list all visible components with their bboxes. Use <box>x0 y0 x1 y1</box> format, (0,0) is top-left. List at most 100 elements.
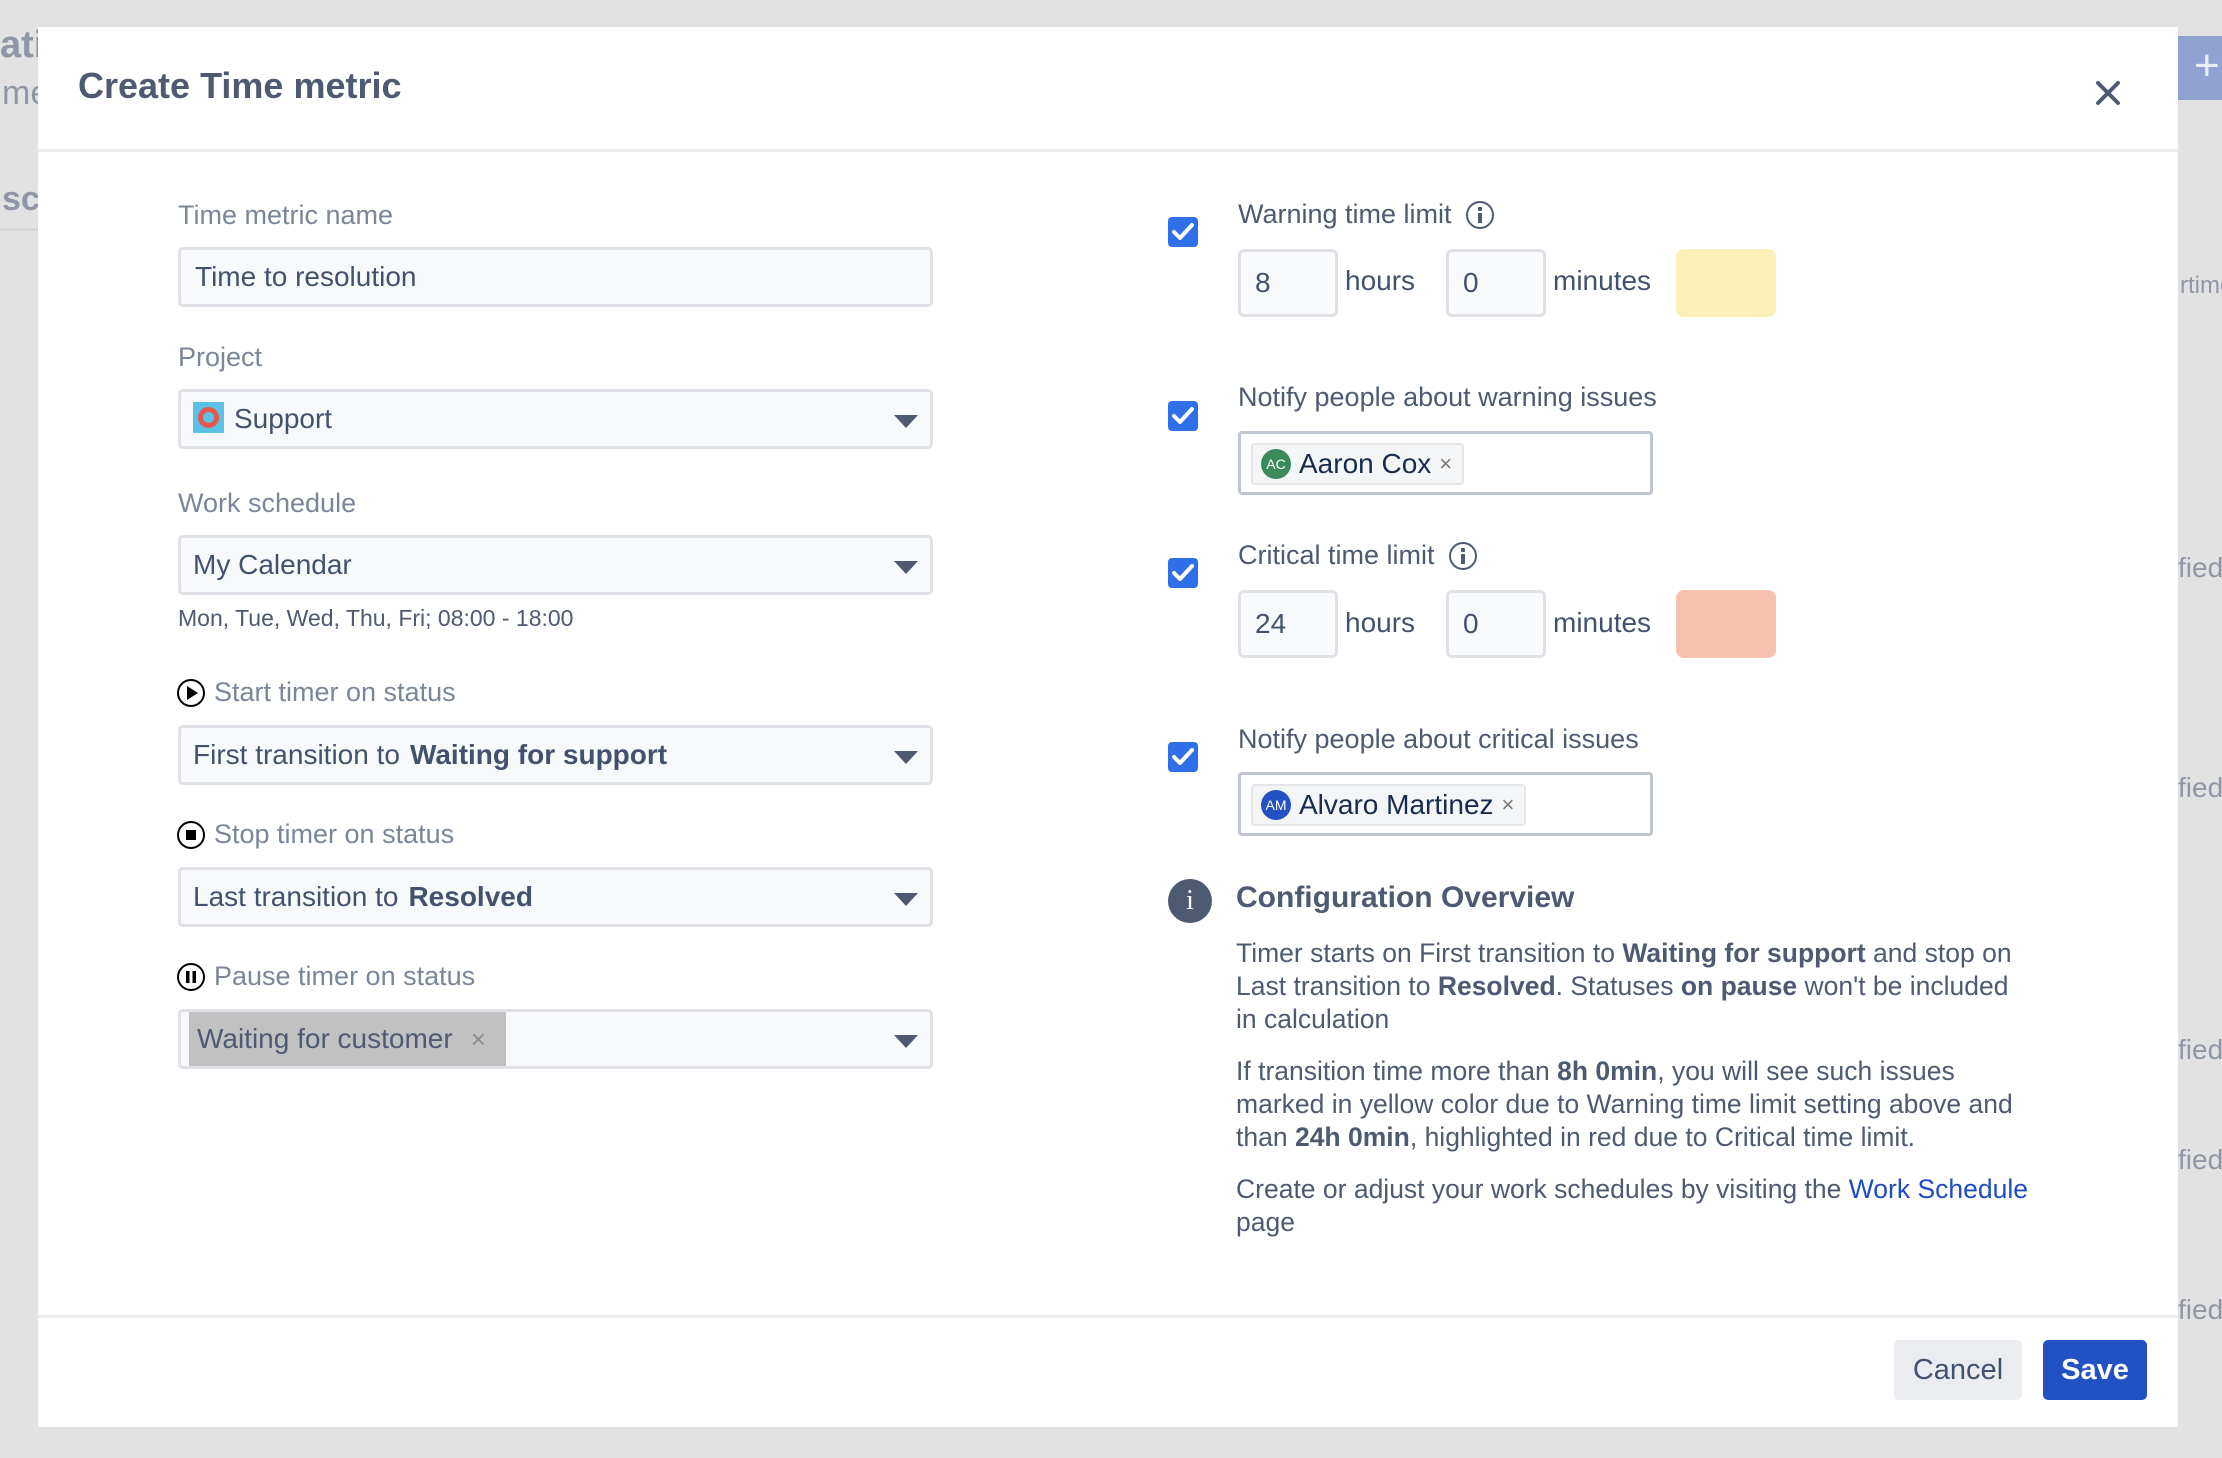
overview-warning-duration: 8h 0min <box>1557 1056 1658 1086</box>
pause-status-tag: Waiting for customer × <box>189 1012 506 1066</box>
info-circle-icon: i <box>1168 879 1212 923</box>
warning-limit-label: Warning time limit <box>1238 199 1494 230</box>
checkmark-icon <box>1172 407 1194 424</box>
overview-stop-status: Resolved <box>1437 971 1556 1001</box>
start-timer-select[interactable]: First transition to Waiting for support <box>178 725 933 785</box>
overview-text: Create or adjust your work schedules by … <box>1236 1174 1849 1204</box>
close-button[interactable] <box>2088 73 2128 113</box>
stop-timer-status: Resolved <box>408 881 533 912</box>
remove-user-icon[interactable]: × <box>1502 792 1515 818</box>
user-chip: AC Aaron Cox × <box>1251 443 1465 485</box>
chevron-down-icon <box>894 1035 918 1048</box>
warning-limit-checkbox[interactable] <box>1168 217 1198 247</box>
overview-limit-summary: If transition time more than 8h 0min, yo… <box>1236 1055 2036 1154</box>
critical-minutes-input[interactable]: 0 <box>1446 590 1546 658</box>
background-add-button[interactable]: + <box>2178 36 2222 100</box>
work-schedule-select[interactable]: My Calendar <box>178 535 933 595</box>
project-select[interactable]: Support <box>178 389 933 449</box>
work-schedule-label: Work schedule <box>178 488 357 518</box>
pause-status-tag-label: Waiting for customer <box>197 1023 453 1054</box>
stop-circle-icon <box>177 820 205 849</box>
critical-limit-label: Critical time limit <box>1238 540 1477 571</box>
overview-schedule-note: Create or adjust your work schedules by … <box>1236 1173 2036 1239</box>
notify-critical-user-picker[interactable]: AM Alvaro Martinez × <box>1238 772 1653 836</box>
overview-text: page <box>1236 1207 1295 1237</box>
stop-timer-prefix: Last transition to <box>193 881 399 912</box>
overview-start-status: Waiting for support <box>1622 938 1866 968</box>
overview-critical-duration: 24h 0min <box>1294 1122 1410 1152</box>
notify-critical-checkbox[interactable] <box>1168 742 1198 772</box>
pause-timer-label-text: Pause timer on status <box>214 961 476 991</box>
lifebuoy-icon <box>193 402 224 434</box>
checkmark-icon <box>1172 564 1194 581</box>
critical-color-picker[interactable] <box>1676 590 1776 658</box>
background-column-fragment: rtime <box>2180 272 2222 299</box>
dialog-title: Create Time metric <box>78 65 402 106</box>
remove-tag-icon[interactable]: × <box>471 1024 486 1054</box>
background-cell-fragment: fied <box>2178 1034 2222 1065</box>
background-cell-fragment: fied <box>2178 1144 2222 1175</box>
critical-hours-input[interactable]: 24 <box>1238 590 1338 658</box>
background-cell-fragment: fied <box>2178 552 2222 583</box>
stop-timer-select[interactable]: Last transition to Resolved <box>178 867 933 927</box>
dialog-footer: Cancel Save <box>38 1315 2178 1427</box>
chevron-down-icon <box>894 415 918 428</box>
project-value: Support <box>234 403 333 434</box>
overview-text: , highlighted in red due to Critical tim… <box>1409 1122 1916 1152</box>
work-schedule-value: My Calendar <box>193 549 352 580</box>
configuration-overview-title: Configuration Overview <box>1236 881 1575 914</box>
warning-hours-input[interactable]: 8 <box>1238 249 1338 317</box>
warning-minutes-unit: minutes <box>1553 265 1652 296</box>
checkmark-icon <box>1172 748 1194 765</box>
cancel-button[interactable]: Cancel <box>1894 1340 2022 1400</box>
notify-warning-label: Notify people about warning issues <box>1238 382 1657 412</box>
info-icon[interactable] <box>1465 200 1494 229</box>
time-metric-name-label: Time metric name <box>178 200 394 230</box>
overview-pause-term: on pause <box>1680 971 1798 1001</box>
warning-color-picker[interactable] <box>1676 249 1776 317</box>
stop-timer-label: Stop timer on status <box>176 819 454 850</box>
remove-user-icon[interactable]: × <box>1439 451 1452 477</box>
play-circle-icon <box>177 678 205 707</box>
user-chip: AM Alvaro Martinez × <box>1251 784 1527 826</box>
chevron-down-icon <box>894 893 918 906</box>
start-timer-status: Waiting for support <box>409 739 668 770</box>
warning-minutes-input[interactable]: 0 <box>1446 249 1546 317</box>
overview-timer-summary: Timer starts on First transition to Wait… <box>1236 937 2036 1036</box>
chevron-down-icon <box>894 751 918 764</box>
start-timer-prefix: First transition to <box>193 739 400 770</box>
critical-hours-unit: hours <box>1345 607 1416 638</box>
checkmark-icon <box>1172 223 1194 240</box>
pause-timer-select[interactable]: Waiting for customer × <box>178 1009 933 1069</box>
user-name: Alvaro Martinez <box>1299 789 1494 820</box>
save-button[interactable]: Save <box>2043 1340 2147 1400</box>
background-divider <box>0 228 38 231</box>
overview-text: Timer starts on First transition to <box>1236 938 1623 968</box>
work-schedule-link[interactable]: Work Schedule <box>1849 1174 2028 1204</box>
critical-limit-label-text: Critical time limit <box>1238 540 1435 570</box>
user-name: Aaron Cox <box>1299 448 1432 479</box>
avatar: AC <box>1261 449 1291 479</box>
overview-text: If transition time more than <box>1236 1056 1558 1086</box>
pause-timer-label: Pause timer on status <box>176 961 475 992</box>
work-schedule-hint: Mon, Tue, Wed, Thu, Fri; 08:00 - 18:00 <box>178 605 574 631</box>
critical-minutes-unit: minutes <box>1553 607 1652 638</box>
notify-warning-checkbox[interactable] <box>1168 401 1198 431</box>
create-time-metric-dialog: Create Time metric Time metric name Time… <box>38 27 2178 1427</box>
background-cell-fragment: fied <box>2178 772 2222 803</box>
critical-limit-checkbox[interactable] <box>1168 558 1198 588</box>
warning-hours-unit: hours <box>1345 265 1416 296</box>
overview-text: . Statuses <box>1555 971 1681 1001</box>
warning-limit-label-text: Warning time limit <box>1238 199 1452 229</box>
info-icon[interactable] <box>1448 541 1477 570</box>
time-metric-name-input[interactable]: Time to resolution <box>178 247 933 307</box>
start-timer-label: Start timer on status <box>176 677 456 708</box>
close-icon <box>2096 81 2120 105</box>
start-timer-label-text: Start timer on status <box>214 677 456 707</box>
notify-warning-user-picker[interactable]: AC Aaron Cox × <box>1238 431 1653 495</box>
notify-critical-label: Notify people about critical issues <box>1238 724 1639 754</box>
avatar: AM <box>1261 790 1291 820</box>
pause-circle-icon <box>177 962 205 991</box>
project-label: Project <box>178 342 263 372</box>
background-cell-fragment: fied <box>2178 1294 2222 1325</box>
